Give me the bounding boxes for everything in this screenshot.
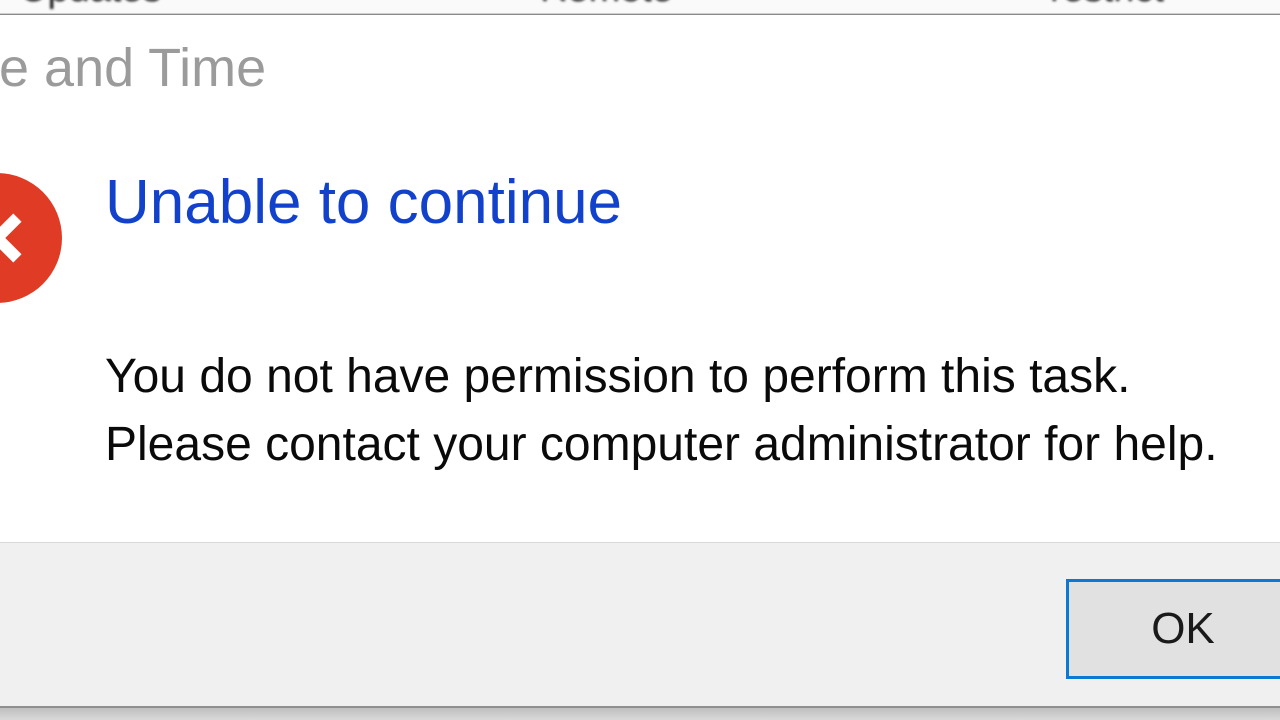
dialog-title: e and Time [0,37,266,99]
ok-button-label: OK [1151,604,1215,654]
dialog-footer: OK [0,542,1280,706]
bg-tab-1: Updates [20,0,162,11]
bg-tab-2: Remote [540,0,673,11]
error-dialog: e and Time Unable to continue You do not… [0,14,1280,708]
error-body: You do not have permission to perform th… [105,343,1218,479]
background-tab-strip: Updates Remote restrict [0,0,1280,14]
error-body-line1: You do not have permission to perform th… [105,343,1218,411]
error-body-line2: Please contact your computer administrat… [105,411,1218,479]
bottom-strip [0,708,1280,720]
ok-button[interactable]: OK [1066,579,1280,679]
bg-tab-3: restrict [1050,0,1164,11]
error-heading: Unable to continue [105,167,622,238]
error-cross-icon [0,173,62,303]
